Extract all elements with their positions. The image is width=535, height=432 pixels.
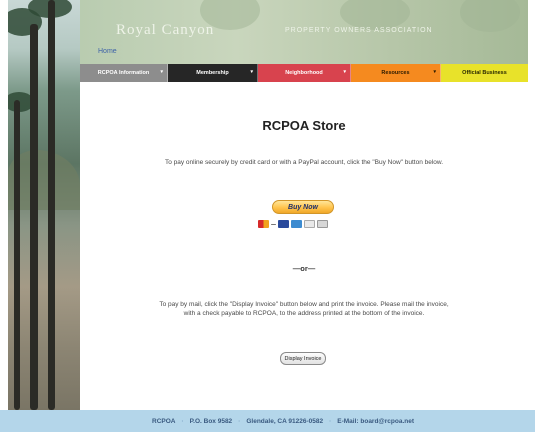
palm-tree-photo [8, 0, 80, 410]
mastercard-icon [258, 220, 269, 228]
amex-icon [291, 220, 302, 228]
nav-item-label: Resources [381, 70, 410, 76]
page-title: RCPOA Store [262, 118, 346, 133]
footer-email-link[interactable]: board@rcpoa.net [360, 418, 414, 425]
payment-cards [258, 220, 328, 230]
mail-payment-text: To pay by mail, click the "Display Invoi… [159, 301, 449, 317]
main-content: RCPOA Store To pay online securely by cr… [80, 82, 528, 400]
nav-item-label: Neighborhood [285, 70, 323, 76]
footer-org: RCPOA [152, 417, 176, 425]
nav-item-membership[interactable]: Membership ▾ [168, 64, 258, 82]
footer: RCPOA · P.O. Box 9582 · Glendale, CA 912… [0, 410, 535, 432]
divider [271, 224, 276, 225]
footer-separator: · [238, 417, 241, 425]
footer-separator: · [329, 417, 332, 425]
online-payment-text: To pay online securely by credit card or… [164, 159, 444, 166]
nav-item-label: Official Business [462, 70, 507, 76]
nav-item-official-business[interactable]: Official Business [441, 64, 528, 82]
footer-city: Glendale, CA 91226-0582 [246, 417, 324, 425]
footer-email-label: E-Mail: [337, 417, 359, 425]
site-title: Royal Canyon [116, 22, 215, 38]
nav-item-resources[interactable]: Resources ▾ [351, 64, 441, 82]
chevron-down-icon: ▾ [250, 69, 253, 75]
or-separator: —or— [292, 264, 316, 273]
site-subtitle: PROPERTY OWNERS ASSOCIATION [285, 27, 433, 34]
footer-po-box: P.O. Box 9582 [189, 417, 233, 425]
chevron-down-icon: ▾ [343, 69, 346, 75]
chevron-down-icon: ▾ [160, 69, 163, 75]
display-invoice-button[interactable]: Display Invoice [280, 352, 326, 365]
chevron-down-icon: ▾ [433, 69, 436, 75]
header-banner: Royal Canyon PROPERTY OWNERS ASSOCIATION… [80, 0, 528, 64]
nav-item-neighborhood[interactable]: Neighborhood ▾ [258, 64, 351, 82]
nav-item-label: Membership [196, 70, 229, 76]
footer-separator: · [181, 417, 184, 425]
nav-item-rcpoa-information[interactable]: RCPOA Information ▾ [80, 64, 168, 82]
main-nav: RCPOA Information ▾ Membership ▾ Neighbo… [80, 64, 528, 82]
buy-now-button[interactable]: Buy Now [272, 200, 334, 214]
discover-icon [304, 220, 315, 228]
visa-icon [278, 220, 289, 228]
bank-icon [317, 220, 328, 228]
nav-item-label: RCPOA Information [97, 70, 150, 76]
home-link[interactable]: Home [98, 48, 117, 55]
